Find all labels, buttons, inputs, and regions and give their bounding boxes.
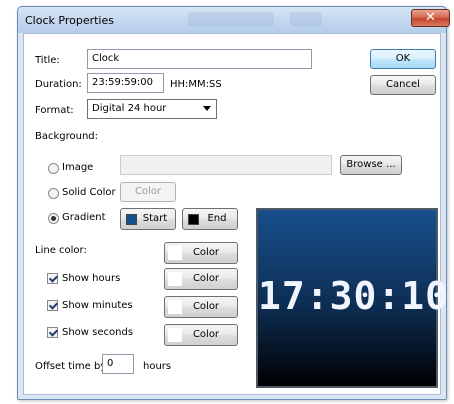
- hours-color-button[interactable]: Color: [164, 268, 238, 290]
- duration-input[interactable]: 23:59:59:00: [87, 73, 164, 93]
- hours-color-button-label: Color: [192, 273, 220, 284]
- browse-button[interactable]: Browse ...: [340, 155, 402, 175]
- line-color-label: Line color:: [35, 245, 87, 256]
- cancel-button[interactable]: Cancel: [370, 75, 436, 95]
- format-selected-value: Digital 24 hour: [92, 103, 167, 114]
- chevron-down-icon: [203, 106, 211, 111]
- close-button[interactable]: ✕: [411, 9, 450, 27]
- background-gradient-radio[interactable]: [48, 213, 59, 224]
- ok-button[interactable]: OK: [370, 49, 436, 69]
- background-gradient-label: Gradient: [62, 212, 106, 223]
- duration-format-hint: HH:MM:SS: [170, 79, 222, 90]
- minutes-color-button[interactable]: Color: [164, 296, 238, 318]
- format-dropdown[interactable]: Digital 24 hour: [87, 99, 217, 119]
- clock-properties-dialog: Clock Properties ✕ Title: Clock Duration…: [17, 6, 450, 400]
- line-color-button[interactable]: Color: [164, 242, 238, 264]
- background-image-radio[interactable]: [48, 163, 59, 174]
- gradient-start-button[interactable]: Start: [120, 208, 176, 230]
- minutes-color-swatch: [168, 300, 182, 314]
- minutes-color-button-label: Color: [192, 301, 220, 312]
- title-input[interactable]: Clock: [87, 49, 312, 69]
- title-bar-ghost: [188, 12, 274, 26]
- gradient-start-label: Start: [142, 213, 168, 224]
- show-minutes-label: Show minutes: [62, 300, 133, 311]
- hours-color-swatch: [168, 272, 182, 286]
- clock-preview: 17:30:10: [256, 208, 450, 388]
- gradient-end-button[interactable]: End: [182, 208, 238, 230]
- clock-preview-time: 17:30:10: [258, 274, 450, 318]
- duration-label: Duration:: [35, 79, 82, 90]
- title-bar[interactable]: Clock Properties ✕: [18, 7, 450, 33]
- solid-color-button[interactable]: Color: [120, 182, 176, 202]
- show-minutes-checkbox[interactable]: [47, 300, 58, 311]
- offset-input[interactable]: 0: [102, 354, 134, 374]
- seconds-color-button[interactable]: Color: [164, 324, 238, 346]
- line-color-swatch: [168, 246, 182, 260]
- start-color-swatch: [126, 214, 137, 225]
- background-label: Background:: [35, 131, 99, 142]
- offset-unit-label: hours: [143, 361, 172, 372]
- background-solid-color-radio[interactable]: [48, 188, 59, 199]
- close-icon: ✕: [425, 10, 436, 25]
- seconds-color-swatch: [168, 328, 182, 342]
- end-color-swatch: [188, 214, 199, 225]
- show-seconds-checkbox[interactable]: [47, 327, 58, 338]
- gradient-end-label: End: [207, 213, 227, 224]
- offset-label: Offset time by:: [35, 361, 109, 372]
- line-color-button-label: Color: [192, 247, 220, 258]
- title-label: Title:: [35, 55, 60, 66]
- show-hours-checkbox[interactable]: [47, 273, 58, 284]
- background-solid-color-label: Solid Color: [62, 187, 116, 198]
- show-hours-label: Show hours: [62, 273, 121, 284]
- dialog-client-area: Title: Clock Duration: 23:59:59:00 HH:MM…: [23, 33, 450, 395]
- show-seconds-label: Show seconds: [62, 327, 134, 338]
- window-title: Clock Properties: [25, 14, 114, 27]
- background-image-label: Image: [62, 162, 94, 173]
- seconds-color-button-label: Color: [192, 329, 220, 340]
- image-path-input[interactable]: [120, 155, 332, 175]
- title-bar-ghost: [290, 12, 322, 26]
- format-label: Format:: [35, 105, 74, 116]
